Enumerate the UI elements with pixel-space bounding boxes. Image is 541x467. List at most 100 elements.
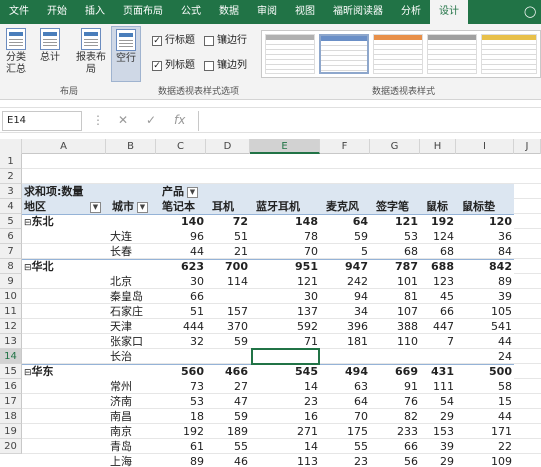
pivot-value-cell	[206, 349, 250, 364]
column-header-E[interactable]: E	[250, 139, 320, 154]
pivot-value-cell: 947	[345, 260, 368, 273]
tab-9[interactable]: 分析	[392, 0, 430, 24]
col-headers-checkbox[interactable]: ✓ 列标题	[152, 59, 195, 73]
row-header-5[interactable]: 5	[0, 214, 22, 229]
pivot-value-cell: 175	[347, 425, 368, 438]
row-header-6[interactable]: 6	[0, 229, 22, 244]
formula-input[interactable]	[198, 111, 541, 131]
pivot-value-cell: 29	[440, 410, 454, 423]
column-header-C[interactable]: C	[156, 139, 206, 154]
tab-6[interactable]: 审阅	[248, 0, 286, 24]
style-swatch[interactable]	[373, 34, 423, 74]
subtotal-button[interactable]: 分类汇总	[2, 26, 30, 82]
column-header-G[interactable]: G	[370, 139, 420, 154]
row-header-11[interactable]: 11	[0, 304, 22, 319]
report-layout-icon	[81, 28, 101, 50]
filter-dropdown-icon[interactable]: ▼	[187, 186, 198, 198]
pivot-value-cell: 46	[234, 455, 248, 467]
row-header-3[interactable]: 3	[0, 184, 22, 199]
pivot-col-header: 鼠标垫	[462, 200, 495, 213]
row-header-4[interactable]: 4	[0, 199, 22, 214]
style-swatch[interactable]	[481, 34, 537, 74]
blank-rows-button[interactable]: 空行	[111, 26, 141, 82]
style-swatch[interactable]	[427, 34, 477, 74]
tab-0[interactable]: 文件	[0, 0, 38, 24]
row-header-19[interactable]: 19	[0, 424, 22, 439]
column-header-H[interactable]: H	[420, 139, 456, 154]
pivot-value-cell: 56	[404, 455, 418, 467]
row-header-16[interactable]: 16	[0, 379, 22, 394]
blank-rows-icon	[116, 29, 136, 51]
tab-5[interactable]: 数据	[210, 0, 248, 24]
style-swatch-selected[interactable]	[319, 34, 369, 74]
row-header-14[interactable]: 14	[0, 349, 22, 364]
region-label[interactable]: ⊟华北	[24, 259, 104, 274]
pivot-value-cell: 5	[361, 245, 368, 258]
col-field-label: 产品	[162, 185, 184, 198]
pivot-value-cell: 148	[295, 215, 318, 228]
collapse-icon[interactable]: ⊟	[24, 368, 32, 378]
tab-4[interactable]: 公式	[172, 0, 210, 24]
tab-3[interactable]: 页面布局	[114, 0, 172, 24]
banded-cols-checkbox[interactable]: 镶边列	[204, 59, 247, 73]
report-layout-button[interactable]: 报表布局	[74, 26, 108, 82]
region-label[interactable]: ⊟东北	[24, 214, 104, 229]
insert-function-icon[interactable]: fx	[174, 113, 185, 127]
group-options-label: 数据透视表样式选项	[158, 87, 240, 97]
enter-icon[interactable]: ✓	[146, 113, 156, 127]
column-header-I[interactable]: I	[456, 139, 514, 154]
pivot-value-cell: 111	[433, 380, 454, 393]
row-header-9[interactable]: 9	[0, 274, 22, 289]
row-header-13[interactable]: 13	[0, 334, 22, 349]
row-header-10[interactable]: 10	[0, 289, 22, 304]
ribbon-tabs: 文件 开始 插入 页面布局 公式 数据 审阅 视图 福昕阅读器 分析 设计	[0, 0, 541, 24]
pivot-col-field[interactable]: 产品 ▼	[162, 184, 242, 199]
column-header-J[interactable]: J	[514, 139, 541, 154]
pivot-value-cell: 66	[440, 305, 454, 318]
pivot-col-header: 蓝牙耳机	[256, 200, 300, 213]
lightbulb-icon[interactable]: ◯	[524, 5, 536, 18]
pivot-value-cell: 53	[190, 395, 204, 408]
row-header-1[interactable]: 1	[0, 154, 22, 169]
row-header-2[interactable]: 2	[0, 169, 22, 184]
tab-2[interactable]: 插入	[76, 0, 114, 24]
filter-dropdown-icon[interactable]: ▼	[90, 201, 101, 213]
pivot-value-cell: 63	[354, 380, 368, 393]
pivot-value-cell: 44	[498, 335, 512, 348]
row-header-15[interactable]: 15	[0, 364, 22, 379]
column-header-F[interactable]: F	[320, 139, 370, 154]
pivot-value-cell: 36	[498, 230, 512, 243]
pivot-row-field-city[interactable]: 城市 ▼	[112, 199, 162, 214]
style-swatch[interactable]	[265, 34, 315, 74]
filter-dropdown-icon[interactable]: ▼	[137, 201, 148, 213]
pivot-value-cell: 16	[304, 410, 318, 423]
row-headers-checkbox[interactable]: ✓ 行标题	[152, 34, 195, 48]
tab-7[interactable]: 视图	[286, 0, 324, 24]
name-box[interactable]: E14	[2, 111, 82, 131]
pivot-row-field-region[interactable]: 地区 ▼	[24, 199, 106, 214]
tab-1[interactable]: 开始	[38, 0, 76, 24]
column-header-B[interactable]: B	[106, 139, 156, 154]
row-header-12[interactable]: 12	[0, 319, 22, 334]
row-header-20[interactable]: 20	[0, 439, 22, 454]
region-name: 东北	[31, 215, 54, 228]
banded-rows-checkbox[interactable]: 镶边行	[204, 34, 247, 48]
row-header-7[interactable]: 7	[0, 244, 22, 259]
row-header-18[interactable]: 18	[0, 409, 22, 424]
column-header-A[interactable]: A	[22, 139, 106, 154]
active-cell-E14[interactable]	[251, 348, 320, 365]
column-header-D[interactable]: D	[206, 139, 250, 154]
row-header-8[interactable]: 8	[0, 259, 22, 274]
tab-10[interactable]: 设计	[430, 0, 468, 24]
region-label[interactable]: ⊟华东	[24, 364, 104, 379]
subtotal-icon	[6, 28, 26, 50]
pivot-value-cell: 59	[354, 230, 368, 243]
cancel-icon[interactable]: ✕	[118, 113, 128, 127]
row-header-17[interactable]: 17	[0, 394, 22, 409]
col-headers-label: 列标题	[165, 60, 195, 71]
select-all-corner[interactable]	[0, 139, 22, 154]
grandtotal-button[interactable]: 总计	[36, 26, 64, 82]
tab-8[interactable]: 福昕阅读器	[324, 0, 392, 24]
collapse-icon[interactable]: ⊟	[24, 263, 32, 273]
collapse-icon[interactable]: ⊟	[24, 218, 32, 228]
